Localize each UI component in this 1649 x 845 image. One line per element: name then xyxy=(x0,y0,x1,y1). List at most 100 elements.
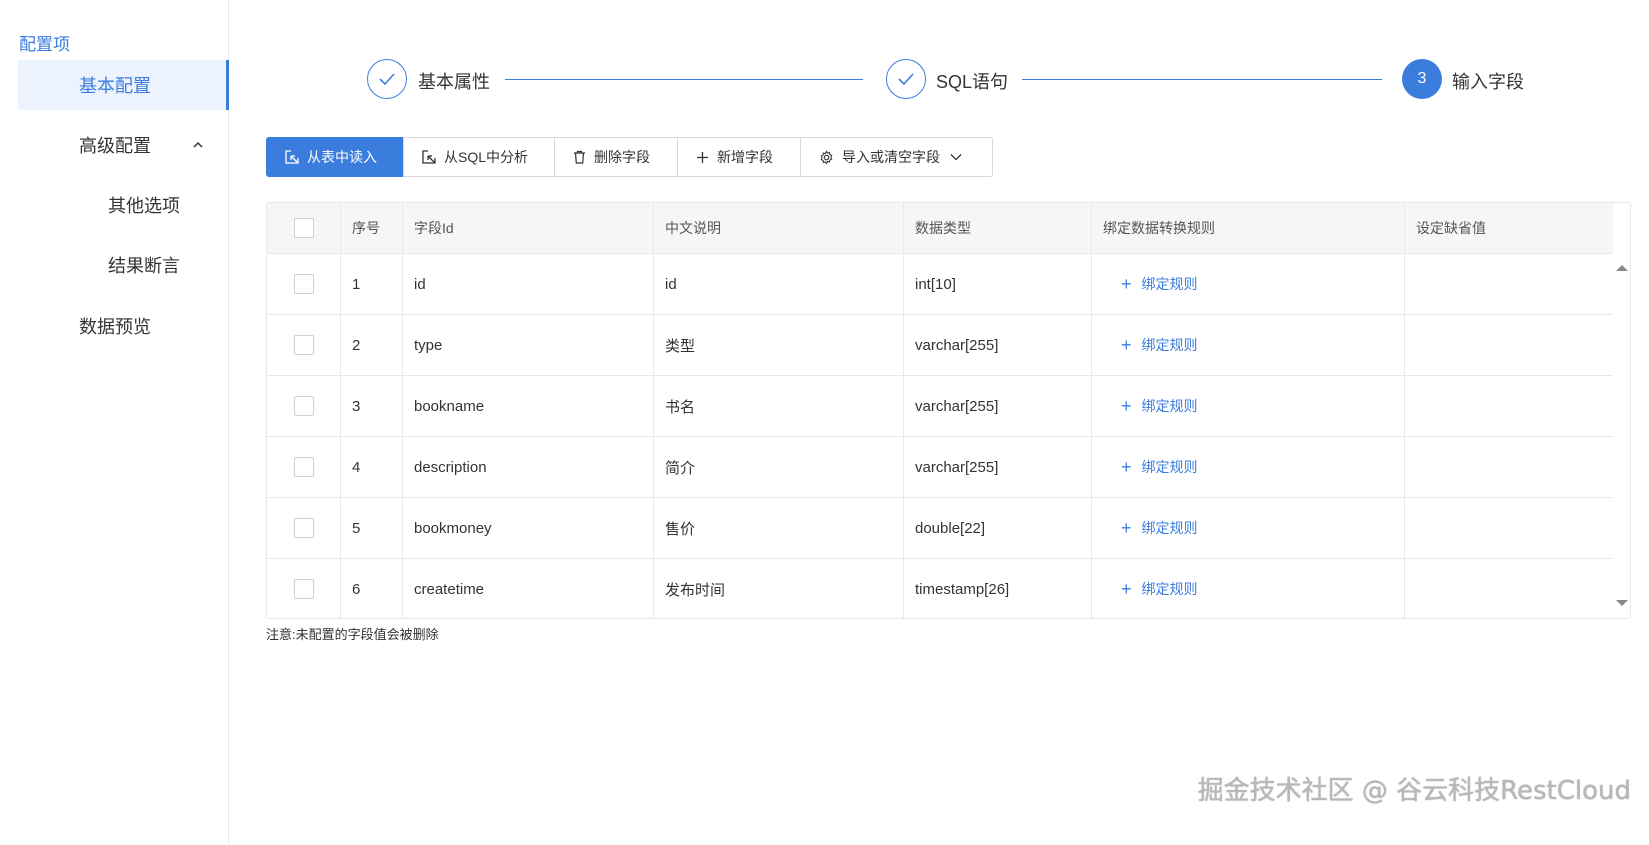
row-default-value[interactable] xyxy=(1405,254,1613,314)
row-select-cell xyxy=(267,376,341,436)
bind-rule-label: 绑定规则 xyxy=(1141,398,1198,414)
sidebar-title: 配置项 xyxy=(19,35,70,54)
row-default-value[interactable] xyxy=(1405,498,1613,558)
delete-field-label: 删除字段 xyxy=(594,149,650,165)
step-connector xyxy=(1022,79,1382,80)
row-bind-cell: + 绑定规则 xyxy=(1092,498,1405,558)
step-2-check-icon xyxy=(886,59,926,99)
bind-rule-link[interactable]: + 绑定规则 xyxy=(1121,396,1198,417)
row-select-cell xyxy=(267,498,341,558)
header-data-type: 数据类型 xyxy=(904,203,1092,253)
step-1-label: 基本属性 xyxy=(418,72,490,92)
scroll-down-arrow-icon[interactable] xyxy=(1616,600,1628,606)
delete-field-button[interactable]: 删除字段 xyxy=(554,137,678,177)
sidebar-item-data-preview[interactable]: 数据预览 xyxy=(18,301,229,351)
row-index: 2 xyxy=(341,315,403,375)
row-default-value[interactable] xyxy=(1405,315,1613,375)
row-field-id: bookmoney xyxy=(403,498,654,558)
row-index: 6 xyxy=(341,559,403,618)
table-row: 3 bookname 书名 varchar[255] + 绑定规则 xyxy=(267,375,1613,436)
row-checkbox[interactable] xyxy=(294,579,314,599)
plus-icon: + xyxy=(1121,456,1132,477)
row-index: 1 xyxy=(341,254,403,314)
add-field-button[interactable]: 新增字段 xyxy=(677,137,801,177)
row-default-value[interactable] xyxy=(1405,376,1613,436)
row-field-id: id xyxy=(403,254,654,314)
row-bind-cell: + 绑定规则 xyxy=(1092,315,1405,375)
row-description: 类型 xyxy=(654,315,904,375)
table-row: 5 bookmoney 售价 double[22] + 绑定规则 xyxy=(267,497,1613,558)
read-from-table-button[interactable]: 从表中读入 xyxy=(266,137,404,177)
table-header: 序号 字段Id 中文说明 数据类型 绑定数据转换规则 设定缺省值 xyxy=(267,203,1613,253)
row-field-id: type xyxy=(403,315,654,375)
chevron-up-icon xyxy=(193,141,203,148)
gear-icon xyxy=(820,149,833,165)
table-row: 4 description 简介 varchar[255] + 绑定规则 xyxy=(267,436,1613,497)
sidebar-item-label: 其他选项 xyxy=(108,196,180,216)
select-all-cell xyxy=(267,203,341,253)
plus-icon: + xyxy=(1121,334,1132,355)
row-description: id xyxy=(654,254,904,314)
bind-rule-link[interactable]: + 绑定规则 xyxy=(1121,335,1198,356)
add-field-label: 新增字段 xyxy=(717,149,773,165)
bind-rule-link[interactable]: + 绑定规则 xyxy=(1121,579,1198,600)
row-description: 简介 xyxy=(654,437,904,497)
sidebar-item-advanced-config[interactable]: 高级配置 xyxy=(18,120,229,170)
read-from-table-label: 从表中读入 xyxy=(307,149,377,165)
row-field-id: description xyxy=(403,437,654,497)
row-description: 书名 xyxy=(654,376,904,436)
note-text: 注意:未配置的字段值会被删除 xyxy=(266,627,439,642)
watermark: 掘金技术社区 @ 谷云科技RestCloud xyxy=(1197,776,1631,806)
row-checkbox[interactable] xyxy=(294,335,314,355)
analyze-sql-label: 从SQL中分析 xyxy=(444,149,529,165)
bind-rule-link[interactable]: + 绑定规则 xyxy=(1121,518,1198,539)
row-default-value[interactable] xyxy=(1405,437,1613,497)
sidebar-item-other-options[interactable]: 其他选项 xyxy=(18,180,229,230)
row-data-type: varchar[255] xyxy=(904,437,1092,497)
row-select-cell xyxy=(267,559,341,618)
plus-icon: + xyxy=(1121,578,1132,599)
sidebar-item-label: 高级配置 xyxy=(79,136,151,156)
sidebar-item-result-assert[interactable]: 结果断言 xyxy=(18,240,229,290)
header-bind-rule: 绑定数据转换规则 xyxy=(1092,203,1405,253)
header-default-value: 设定缺省值 xyxy=(1416,220,1486,236)
bind-rule-label: 绑定规则 xyxy=(1141,276,1198,292)
row-description: 发布时间 xyxy=(654,559,904,618)
row-field-id: createtime xyxy=(403,559,654,618)
bind-rule-label: 绑定规则 xyxy=(1141,520,1198,536)
row-checkbox[interactable] xyxy=(294,518,314,538)
select-all-checkbox[interactable] xyxy=(294,218,314,238)
row-checkbox[interactable] xyxy=(294,457,314,477)
sidebar-item-label: 基本配置 xyxy=(79,76,151,96)
bind-rule-label: 绑定规则 xyxy=(1141,337,1198,353)
row-data-type: timestamp[26] xyxy=(904,559,1092,618)
row-index: 3 xyxy=(341,376,403,436)
select-icon xyxy=(285,150,299,164)
sidebar-item-basic-config[interactable]: 基本配置 xyxy=(18,60,229,110)
row-data-type: int[10] xyxy=(904,254,1092,314)
table-row: 1 id id int[10] + 绑定规则 xyxy=(267,253,1613,314)
row-bind-cell: + 绑定规则 xyxy=(1092,437,1405,497)
analyze-sql-button[interactable]: 从SQL中分析 xyxy=(403,137,555,177)
scroll-up-arrow-icon[interactable] xyxy=(1616,265,1628,271)
row-bind-cell: + 绑定规则 xyxy=(1092,559,1405,618)
bind-rule-label: 绑定规则 xyxy=(1141,459,1198,475)
bind-rule-label: 绑定规则 xyxy=(1141,581,1198,597)
table-row: 2 type 类型 varchar[255] + 绑定规则 xyxy=(267,314,1613,375)
bind-rule-link[interactable]: + 绑定规则 xyxy=(1121,274,1198,295)
bind-rule-link[interactable]: + 绑定规则 xyxy=(1121,457,1198,478)
row-checkbox[interactable] xyxy=(294,396,314,416)
row-default-value[interactable] xyxy=(1405,559,1613,618)
row-index: 4 xyxy=(341,437,403,497)
row-checkbox[interactable] xyxy=(294,274,314,294)
plus-icon: + xyxy=(1121,395,1132,416)
header-field-id: 字段Id xyxy=(403,203,654,253)
plus-icon xyxy=(697,151,708,163)
import-clear-dropdown[interactable]: 导入或清空字段 xyxy=(800,137,993,177)
row-data-type: varchar[255] xyxy=(904,376,1092,436)
row-select-cell xyxy=(267,437,341,497)
row-field-id: bookname xyxy=(403,376,654,436)
sidebar-item-label: 结果断言 xyxy=(108,256,180,276)
row-bind-cell: + 绑定规则 xyxy=(1092,254,1405,314)
step-3-label: 输入字段 xyxy=(1452,72,1524,92)
